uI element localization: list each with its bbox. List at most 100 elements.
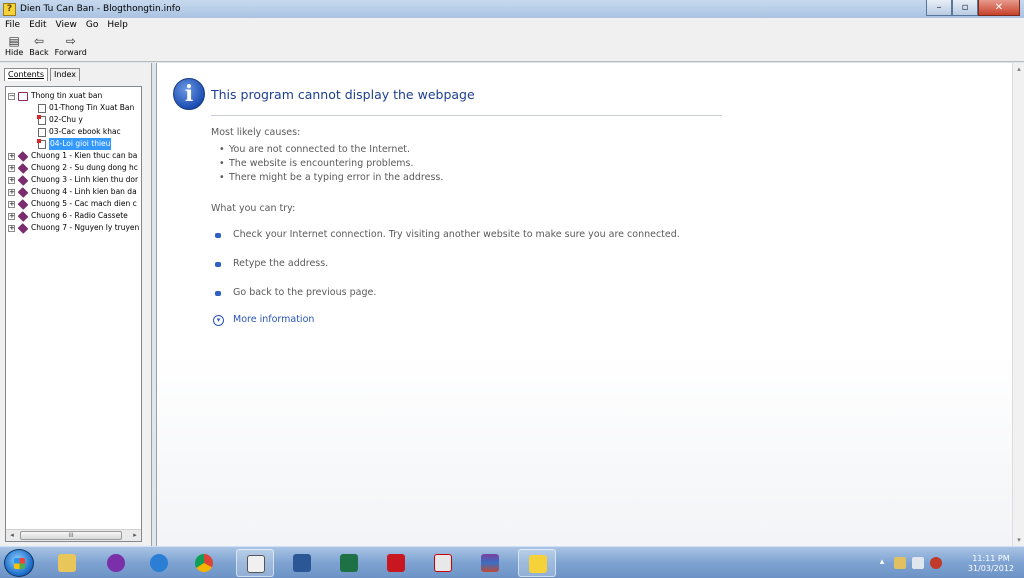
contents-tree: − Thong tin xuat ban 01-Thong Tin Xuat B…	[5, 86, 142, 542]
taskbar-excel[interactable]	[330, 549, 368, 577]
more-information-link[interactable]: More information	[233, 314, 314, 325]
forward-arrow-icon: ⇨	[65, 34, 76, 48]
scroll-right-icon[interactable]: ▸	[129, 530, 141, 541]
taskbar-help[interactable]	[518, 549, 556, 577]
menu-go[interactable]: Go	[86, 20, 98, 30]
tab-index[interactable]: Index	[49, 68, 81, 81]
menu-edit[interactable]: Edit	[29, 20, 46, 30]
content-pane: i This program cannot display the webpag…	[156, 63, 1012, 546]
back-arrow-icon: ⇦	[33, 34, 44, 48]
cause-item: There might be a typing error in the add…	[219, 172, 443, 183]
scroll-left-icon[interactable]: ◂	[6, 530, 18, 541]
book-icon	[17, 174, 29, 186]
excel-icon	[340, 554, 358, 572]
scroll-up-icon[interactable]: ▴	[1013, 63, 1024, 75]
menu-file[interactable]: File	[5, 20, 20, 30]
scroll-thumb[interactable]: III	[20, 531, 122, 540]
taskbar-explorer[interactable]	[48, 549, 86, 577]
minimize-button[interactable]: –	[926, 0, 952, 16]
menu-view[interactable]: View	[56, 20, 77, 30]
tree-node-child[interactable]: 01-Thong Tin Xuat Ban	[8, 102, 141, 114]
collapse-icon[interactable]: −	[8, 92, 15, 100]
tree-node-chapter[interactable]: + Chuong 5 - Cac mach dien c	[8, 198, 141, 210]
try-item: Go back to the previous page.	[233, 287, 377, 298]
taskbar-winrar[interactable]	[471, 549, 509, 577]
scroll-down-icon[interactable]: ▾	[1013, 534, 1024, 546]
clock[interactable]: 11:11 PM 31/03/2012	[968, 554, 1014, 574]
internet-explorer-icon	[150, 554, 168, 572]
tree-node-chapter[interactable]: + Chuong 2 - Su dung dong hc	[8, 162, 141, 174]
tree-node-label: Chuong 6 - Radio Cassete	[31, 211, 128, 220]
show-hidden-icons-icon[interactable]: ▴	[876, 557, 888, 569]
taskbar-unikey[interactable]	[424, 549, 462, 577]
window-controls: – ▫ ✕	[926, 0, 1020, 16]
tree-horizontal-scrollbar[interactable]: ◂ III ▸	[6, 529, 141, 541]
volume-muted-icon[interactable]	[930, 557, 942, 569]
taskbar-chrome[interactable]	[185, 549, 223, 577]
menu-help[interactable]: Help	[107, 20, 128, 30]
tab-contents[interactable]: Contents	[4, 68, 48, 81]
winrar-icon	[481, 554, 499, 572]
tree-node-chapter[interactable]: + Chuong 6 - Radio Cassete	[8, 210, 141, 222]
start-button[interactable]	[4, 549, 34, 577]
word-icon	[293, 554, 311, 572]
open-book-icon	[18, 91, 28, 101]
page-icon	[38, 103, 46, 113]
help-file-icon	[529, 555, 547, 573]
tree-node-label: Thong tin xuat ban	[31, 91, 103, 100]
bullet-icon	[215, 233, 221, 238]
hide-pane-icon: ▤	[8, 34, 20, 48]
taskbar-acrobat[interactable]	[377, 549, 415, 577]
acrobat-icon	[387, 554, 405, 572]
system-tray: ▴ 11:11 PM 31/03/2012	[876, 549, 1024, 577]
expand-icon[interactable]: +	[8, 200, 15, 208]
navigation-pane: Contents Index − Thong tin xuat ban 01-T…	[0, 63, 152, 546]
bullet-icon	[215, 291, 221, 296]
content-vertical-scrollbar[interactable]: ▴ ▾	[1012, 63, 1024, 546]
page-icon	[37, 114, 46, 125]
bullet-icon	[215, 262, 221, 267]
expand-icon[interactable]: +	[8, 176, 15, 184]
tree-node-selected[interactable]: 04-Loi gioi thieu	[8, 138, 141, 150]
toolbar: ▤ Hide ⇦ Back ⇨ Forward	[0, 32, 1024, 62]
network-icon[interactable]	[912, 557, 924, 569]
maximize-button[interactable]: ▫	[952, 0, 978, 16]
unikey-icon	[434, 554, 452, 572]
tray-security-icon[interactable]	[894, 557, 906, 569]
tree-node-chapter[interactable]: + Chuong 3 - Linh kien thu dor	[8, 174, 141, 186]
taskbar-paint[interactable]	[236, 549, 274, 577]
forward-button[interactable]: ⇨ Forward	[55, 32, 87, 61]
expand-icon[interactable]: +	[8, 188, 15, 196]
taskbar-word[interactable]	[283, 549, 321, 577]
expand-icon[interactable]: +	[8, 164, 15, 172]
book-icon	[17, 162, 29, 174]
tree-node-root[interactable]: − Thong tin xuat ban	[8, 90, 141, 102]
tree-node-chapter[interactable]: + Chuong 4 - Linh kien ban da	[8, 186, 141, 198]
tree-node-child[interactable]: 03-Cac ebook khac	[8, 126, 141, 138]
taskbar-ie[interactable]	[140, 549, 178, 577]
tree-node-chapter[interactable]: + Chuong 1 - Kien thuc can ba	[8, 150, 141, 162]
expand-icon[interactable]: +	[8, 152, 15, 160]
book-icon	[17, 150, 29, 162]
book-icon	[17, 186, 29, 198]
cause-item: The website is encountering problems.	[219, 158, 414, 169]
clock-date: 31/03/2012	[967, 564, 1014, 573]
mspaint-icon	[247, 555, 265, 573]
expand-icon[interactable]: +	[8, 212, 15, 220]
yahoo-messenger-icon	[107, 554, 125, 572]
explorer-folder-icon	[58, 554, 76, 572]
info-icon: i	[173, 78, 205, 110]
title-bar: ? Dien Tu Can Ban - Blogthongtin.info – …	[0, 0, 1024, 18]
taskbar-yahoo[interactable]	[97, 549, 135, 577]
windows-logo-icon	[14, 558, 25, 569]
expand-icon[interactable]: +	[8, 224, 15, 232]
close-button[interactable]: ✕	[978, 0, 1020, 16]
tree-node-label: 03-Cac ebook khac	[49, 127, 121, 136]
tree-node-child[interactable]: 02-Chu y	[8, 114, 141, 126]
hide-button[interactable]: ▤ Hide	[5, 32, 23, 61]
back-button[interactable]: ⇦ Back	[29, 32, 48, 61]
chevron-down-icon[interactable]: ▾	[213, 315, 224, 326]
tree-node-chapter[interactable]: + Chuong 7 - Nguyen ly truyen	[8, 222, 141, 234]
try-heading: What you can try:	[211, 203, 296, 214]
book-icon	[17, 210, 29, 222]
